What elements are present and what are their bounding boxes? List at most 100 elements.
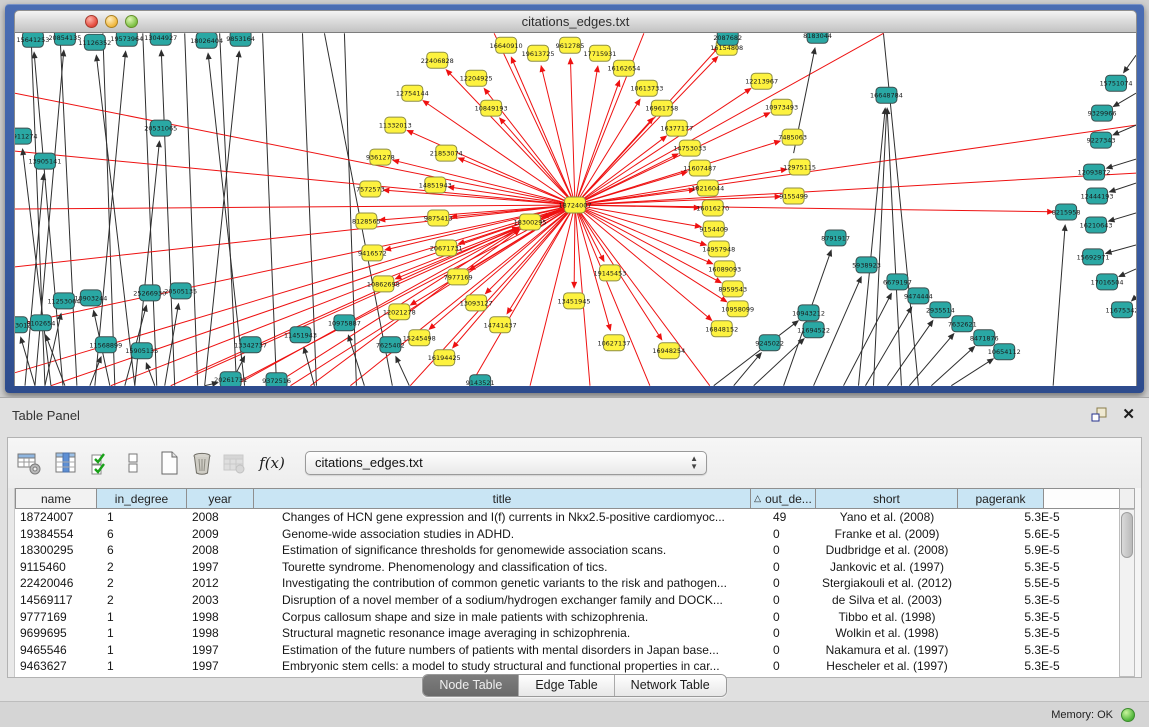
cell-pagerank[interactable]: 5.5E-5 [958,575,1126,592]
show-columns-button[interactable] [51,448,81,478]
cell-year[interactable]: 2008 [187,509,254,526]
cell-pagerank[interactable]: 5.9E-5 [958,542,1126,559]
cell-title[interactable]: Structural magnetic resonance image aver… [254,625,751,642]
cell-in_degree[interactable]: 1 [97,609,187,626]
cell-in_degree[interactable]: 6 [97,526,187,543]
cell-in_degree[interactable]: 6 [97,542,187,559]
cell-pagerank[interactable]: 5.3E-5 [958,509,1126,526]
cell-name[interactable]: 9115460 [15,559,97,576]
cell-name[interactable]: 18724007 [15,509,97,526]
delete-table-button[interactable] [219,448,249,478]
cell-name[interactable]: 14569117 [15,592,97,609]
cell-name[interactable]: 9463627 [15,658,97,675]
cell-out_degree[interactable]: 0 [751,575,816,592]
tab-edge-table[interactable]: Edge Table [519,675,614,696]
table-row[interactable]: 1456911722003Disruption of a novel membe… [15,592,1126,609]
cell-out_degree[interactable]: 0 [751,609,816,626]
column-header-pagerank[interactable]: pagerank [958,489,1044,508]
network-canvas[interactable]: 1872400722406828127541441133201393612787… [14,33,1137,386]
cell-title[interactable]: Genome-wide association studies in ADHD. [254,526,751,543]
cell-short[interactable]: Yano et al. (2008) [816,509,958,526]
tab-network-table[interactable]: Network Table [615,675,726,696]
cell-pagerank[interactable]: 5.3E-5 [958,625,1126,642]
cell-year[interactable]: 2008 [187,542,254,559]
cell-title[interactable]: Investigating the contribution of common… [254,575,751,592]
cell-in_degree[interactable]: 2 [97,575,187,592]
delete-column-button[interactable] [187,448,217,478]
cell-in_degree[interactable]: 1 [97,509,187,526]
cell-in_degree[interactable]: 1 [97,642,187,659]
cell-title[interactable]: Estimation of significance thresholds fo… [254,542,751,559]
cell-out_degree[interactable]: 49 [751,509,816,526]
cell-title[interactable]: Changes of HCN gene expression and I(f) … [254,509,751,526]
cell-out_degree[interactable]: 0 [751,526,816,543]
column-header-title[interactable]: title [254,489,751,508]
deselect-all-button[interactable] [118,448,148,478]
cell-out_degree[interactable]: 0 [751,559,816,576]
cell-title[interactable]: Disruption of a novel member of a sodium… [254,592,751,609]
cell-in_degree[interactable]: 1 [97,625,187,642]
cell-short[interactable]: Franke et al. (2009) [816,526,958,543]
table-row[interactable]: 1938455462009Genome-wide association stu… [15,526,1126,543]
tab-node-table[interactable]: Node Table [423,675,519,696]
cell-name[interactable]: 9777169 [15,609,97,626]
cell-in_degree[interactable]: 2 [97,559,187,576]
table-mode-button[interactable] [14,448,44,478]
table-row[interactable]: 1872400712008Changes of HCN gene express… [15,509,1126,526]
cell-title[interactable]: Embryonic stem cells: a model to study s… [254,658,751,675]
cell-short[interactable]: Nakamura et al. (1997) [816,642,958,659]
column-header-in_degree[interactable]: in_degree [97,489,187,508]
cell-title[interactable]: Tourette syndrome. Phenomenology and cla… [254,559,751,576]
table-row[interactable]: 969969511998Structural magnetic resonanc… [15,625,1126,642]
table-row[interactable]: 2242004622012Investigating the contribut… [15,575,1126,592]
close-panel-icon[interactable]: ✕ [1122,407,1135,423]
cell-short[interactable]: Tibbo et al. (1998) [816,609,958,626]
cell-pagerank[interactable]: 5.3E-5 [958,592,1126,609]
cell-out_degree[interactable]: 0 [751,625,816,642]
cell-year[interactable]: 1997 [187,658,254,675]
cell-out_degree[interactable]: 0 [751,592,816,609]
cell-short[interactable]: Stergiakouli et al. (2012) [816,575,958,592]
cell-year[interactable]: 1998 [187,609,254,626]
table-row[interactable]: 946554611997Estimation of the future num… [15,642,1126,659]
cell-title[interactable]: Corpus callosum shape and size in male p… [254,609,751,626]
cell-pagerank[interactable]: 5.6E-5 [958,526,1126,543]
network-window-titlebar[interactable]: citations_edges.txt [14,10,1137,33]
cell-short[interactable]: de Silva et al. (2003) [816,592,958,609]
select-all-button[interactable] [86,448,116,478]
cell-pagerank[interactable]: 5.3E-5 [958,559,1126,576]
cell-name[interactable]: 9699695 [15,625,97,642]
cell-pagerank[interactable]: 5.3E-5 [958,642,1126,659]
table-row[interactable]: 977716911998Corpus callosum shape and si… [15,609,1126,626]
cell-short[interactable]: Jankovic et al. (1997) [816,559,958,576]
table-row[interactable]: 946362711997Embryonic stem cells: a mode… [15,658,1126,675]
cell-in_degree[interactable]: 1 [97,658,187,675]
cell-year[interactable]: 1998 [187,625,254,642]
column-header-name[interactable]: name [15,489,97,508]
table-chooser-select[interactable]: citations_edges.txt ▲▼ [305,451,707,475]
float-panel-icon[interactable] [1091,407,1108,423]
cell-out_degree[interactable]: 0 [751,642,816,659]
cell-out_degree[interactable]: 0 [751,658,816,675]
cell-short[interactable]: Hescheler et al. (1997) [816,658,958,675]
cell-pagerank[interactable]: 5.3E-5 [958,609,1126,626]
table-row[interactable]: 1830029562008Estimation of significance … [15,542,1126,559]
cell-year[interactable]: 2003 [187,592,254,609]
cell-name[interactable]: 19384554 [15,526,97,543]
cell-name[interactable]: 22420046 [15,575,97,592]
column-header-short[interactable]: short [816,489,958,508]
new-column-button[interactable] [154,448,184,478]
column-header-year[interactable]: year [187,489,254,508]
cell-pagerank[interactable]: 5.3E-5 [958,658,1126,675]
cell-short[interactable]: Dudbridge et al. (2008) [816,542,958,559]
cell-year[interactable]: 1997 [187,642,254,659]
cell-year[interactable]: 2009 [187,526,254,543]
cell-name[interactable]: 18300295 [15,542,97,559]
cell-short[interactable]: Wolkin et al. (1998) [816,625,958,642]
cell-title[interactable]: Estimation of the future numbers of pati… [254,642,751,659]
cell-year[interactable]: 2012 [187,575,254,592]
cell-name[interactable]: 9465546 [15,642,97,659]
cell-in_degree[interactable]: 2 [97,592,187,609]
cell-year[interactable]: 1997 [187,559,254,576]
cell-out_degree[interactable]: 0 [751,542,816,559]
